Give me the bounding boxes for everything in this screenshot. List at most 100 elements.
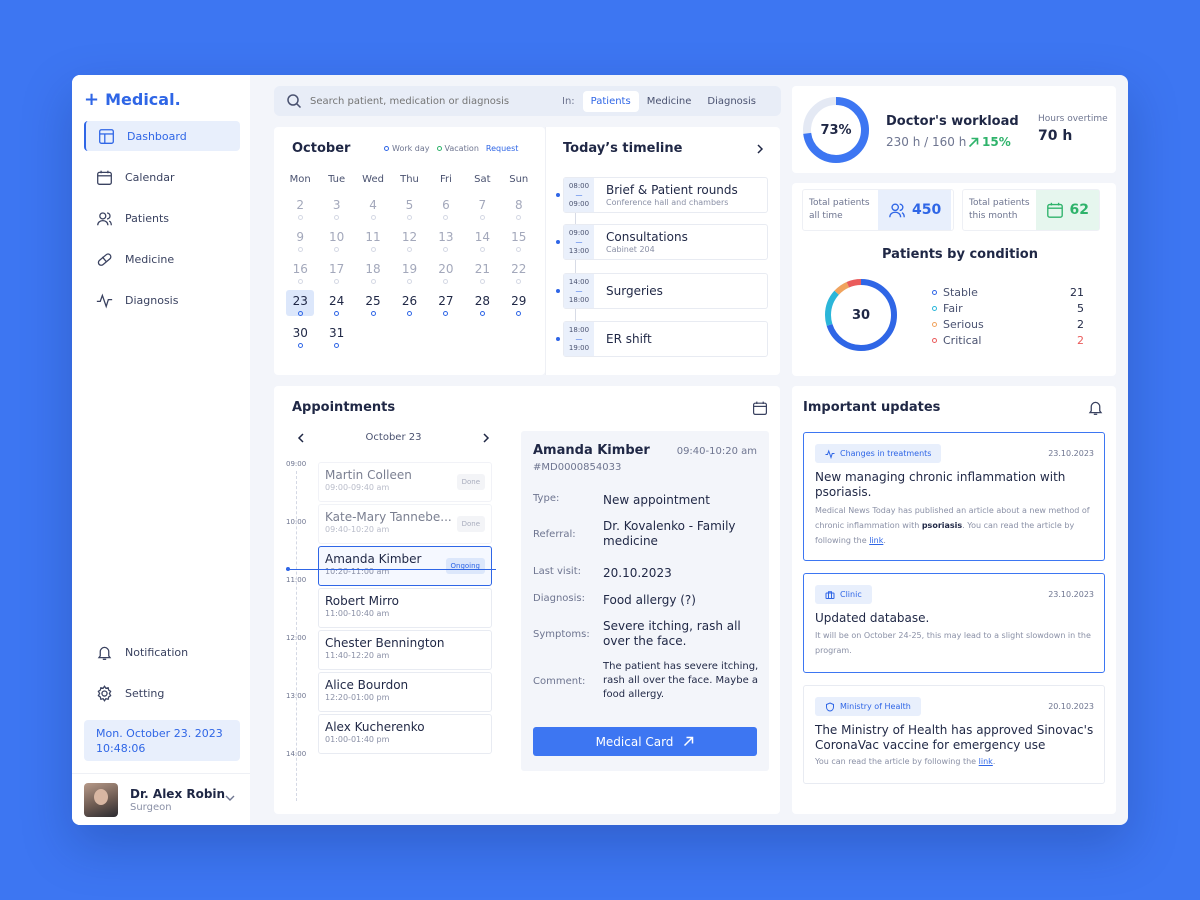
calendar-day[interactable]: 24 bbox=[318, 290, 354, 316]
calendar-day[interactable]: 20 bbox=[428, 258, 464, 284]
calendar-day[interactable]: 21 bbox=[464, 258, 500, 284]
timeline-title: Today’s timeline bbox=[563, 141, 683, 156]
sidebar-item-patients[interactable]: Patients bbox=[84, 203, 240, 233]
overtime-value: 70 h bbox=[1038, 128, 1073, 144]
filter-diagnosis[interactable]: Diagnosis bbox=[699, 91, 764, 112]
appointment-slot[interactable]: Amanda Kimber 10:20-11:00 am Ongoing bbox=[318, 546, 492, 586]
calendar-day-number: 9 bbox=[296, 230, 305, 244]
news-item-clinic[interactable]: Clinic 23.10.2023 Updated database. It w… bbox=[803, 573, 1105, 673]
calendar-day[interactable]: 31 bbox=[318, 322, 354, 348]
sidebar-item-medicine[interactable]: Medicine bbox=[84, 244, 240, 274]
calendar-icon[interactable] bbox=[752, 400, 768, 416]
news-body: You can read the article by following th… bbox=[815, 754, 1099, 769]
sidebar-item-notification[interactable]: Notification bbox=[84, 637, 240, 667]
calendar-day-number: 25 bbox=[365, 294, 381, 308]
calendar-day[interactable]: 5 bbox=[391, 194, 427, 220]
search-input[interactable] bbox=[310, 95, 548, 107]
logo[interactable]: + Medical. bbox=[84, 89, 181, 110]
news-date: 23.10.2023 bbox=[1048, 449, 1094, 458]
appointment-slot[interactable]: Robert Mirro 11:00-10:40 am bbox=[318, 588, 492, 628]
work-day-dot-icon bbox=[406, 279, 412, 284]
workload-title: Doctor's workload bbox=[886, 114, 1019, 129]
calendar-day[interactable]: 3 bbox=[318, 194, 354, 220]
calendar-day[interactable]: 2 bbox=[282, 194, 318, 220]
appointment-slot[interactable]: Kate-Mary Tannebe... 09:40-10:20 am Done bbox=[318, 504, 492, 544]
news-headline: New managing chronic inflammation with p… bbox=[815, 470, 1066, 499]
calendar-day[interactable]: 12 bbox=[391, 226, 427, 252]
timeline-dot bbox=[556, 337, 560, 341]
timeline-item[interactable]: 08:00—09:00 Brief & Patient rounds Confere… bbox=[563, 177, 768, 213]
news-item-treatments[interactable]: Changes in treatments 23.10.2023 New man… bbox=[803, 432, 1105, 561]
calendar-day[interactable]: 14 bbox=[464, 226, 500, 252]
calendar-day[interactable]: 29 bbox=[501, 290, 537, 316]
sidebar-item-setting[interactable]: Setting bbox=[84, 678, 240, 708]
calendar-day[interactable]: 13 bbox=[428, 226, 464, 252]
calendar-day[interactable]: 15 bbox=[501, 226, 537, 252]
calendar-day[interactable]: 27 bbox=[428, 290, 464, 316]
calendar-day[interactable]: 22 bbox=[501, 258, 537, 284]
work-day-dot-icon bbox=[334, 343, 340, 348]
calendar-day[interactable]: 11 bbox=[355, 226, 391, 252]
calendar-day[interactable]: 10 bbox=[318, 226, 354, 252]
news-link[interactable]: link bbox=[979, 757, 993, 766]
appointment-patient: Kate-Mary Tannebe... bbox=[325, 510, 452, 524]
chevron-down-icon[interactable] bbox=[224, 792, 236, 804]
user-profile[interactable]: Dr. Alex Robin Surgeon bbox=[72, 773, 250, 825]
calendar-day[interactable]: 30 bbox=[282, 322, 318, 348]
calendar-day[interactable]: 7 bbox=[464, 194, 500, 220]
detail-label: Diagnosis: bbox=[533, 593, 585, 604]
calendar-day[interactable]: 4 bbox=[355, 194, 391, 220]
calendar-day[interactable]: 17 bbox=[318, 258, 354, 284]
chevron-right-icon[interactable] bbox=[754, 143, 766, 155]
sidebar-item-label: Dashboard bbox=[127, 129, 187, 143]
appointment-slot[interactable]: Martin Colleen 09:00-09:40 am Done bbox=[318, 462, 492, 502]
news-item-ministry[interactable]: Ministry of Health 20.10.2023 The Minist… bbox=[803, 685, 1105, 784]
appointment-slot[interactable]: Alex Kucherenko 01:00-01:40 pm bbox=[318, 714, 492, 754]
timeline-dot bbox=[556, 289, 560, 293]
detail-label: Comment: bbox=[533, 675, 586, 687]
weekday-header: Sun bbox=[509, 174, 529, 185]
news-tag: Changes in treatments bbox=[815, 444, 942, 463]
calendar-day[interactable]: 8 bbox=[501, 194, 537, 220]
calendar-day[interactable]: 28 bbox=[464, 290, 500, 316]
legend-vacation: Vacation bbox=[436, 144, 479, 153]
timeline-item[interactable]: 18:00—19:00 ER shift bbox=[563, 321, 768, 357]
chevron-right-icon[interactable] bbox=[481, 432, 491, 443]
timeline-item[interactable]: 09:00—13:00 Consultations Cabinet 204 bbox=[563, 224, 768, 260]
request-link[interactable]: Request bbox=[486, 144, 519, 153]
appointment-time: 11:40-12:20 am bbox=[325, 651, 390, 660]
pulse-icon bbox=[825, 448, 835, 459]
calendar-day[interactable]: 23 bbox=[286, 290, 315, 316]
weekday-header: Tue bbox=[328, 174, 346, 185]
sidebar-item-dashboard[interactable]: Dashboard bbox=[84, 121, 240, 151]
condition-legend: Stable 21 Fair 5 Serious 2 Critical 2 bbox=[932, 284, 1084, 348]
timeline-item[interactable]: 14:00—18:00 Surgeries bbox=[563, 273, 768, 309]
calendar-day[interactable]: 18 bbox=[355, 258, 391, 284]
bell-icon[interactable] bbox=[1087, 399, 1104, 416]
calendar-day[interactable]: 9 bbox=[282, 226, 318, 252]
app-window: + Medical. Dashboard Calendar Patients M… bbox=[72, 75, 1128, 825]
filter-patients[interactable]: Patients bbox=[582, 90, 639, 112]
search-scope-filters: Patients Medicine Diagnosis bbox=[582, 90, 764, 112]
news-link[interactable]: link bbox=[869, 536, 883, 545]
calendar-day[interactable]: 25 bbox=[355, 290, 391, 316]
calendar-day[interactable]: 6 bbox=[428, 194, 464, 220]
medical-card-button[interactable]: Medical Card bbox=[533, 727, 757, 756]
logo-text: Medical. bbox=[105, 90, 181, 109]
appointment-slot[interactable]: Chester Bennington 11:40-12:20 am bbox=[318, 630, 492, 670]
filter-medicine[interactable]: Medicine bbox=[639, 91, 700, 112]
appointment-slot[interactable]: Alice Bourdon 12:20-01:00 pm bbox=[318, 672, 492, 712]
calendar-day[interactable]: 19 bbox=[391, 258, 427, 284]
calendar-day-number: 15 bbox=[511, 230, 527, 244]
calendar-day[interactable]: 16 bbox=[282, 258, 318, 284]
detail-value: 20.10.2023 bbox=[603, 566, 672, 580]
calendar-day[interactable]: 26 bbox=[391, 290, 427, 316]
timeline-text: Brief & Patient rounds Conference hall an… bbox=[606, 183, 738, 207]
chevron-left-icon[interactable] bbox=[296, 432, 306, 443]
sidebar-item-calendar[interactable]: Calendar bbox=[84, 162, 240, 192]
sidebar-item-label: Medicine bbox=[125, 252, 175, 266]
sidebar-item-diagnosis[interactable]: Diagnosis bbox=[84, 285, 240, 315]
news-tag: Clinic bbox=[815, 585, 872, 604]
trend-up-icon bbox=[968, 137, 979, 147]
calendar-day-number: 3 bbox=[332, 198, 341, 212]
